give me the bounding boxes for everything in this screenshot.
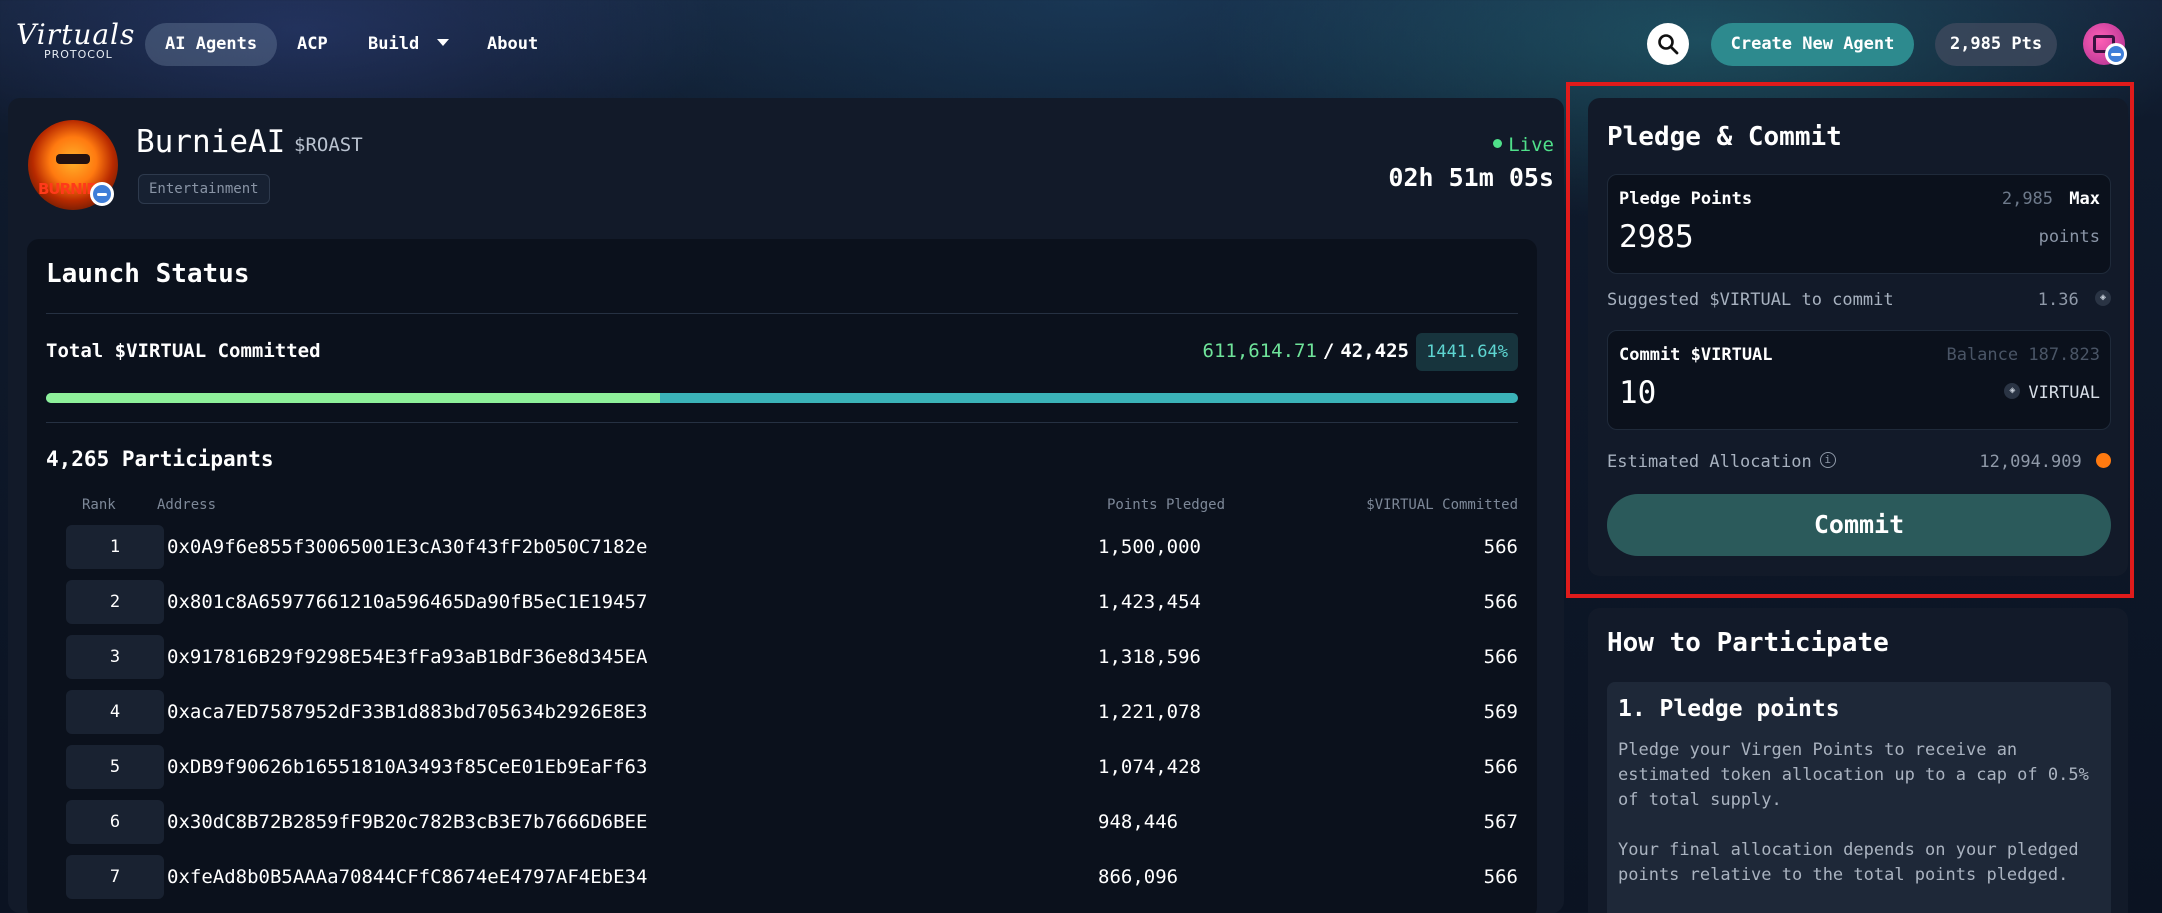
verified-badge-icon <box>2105 43 2127 65</box>
address-cell[interactable]: 0x30dC8B72B2859fF9B20c782B3cB3E7b7666D6B… <box>167 800 647 844</box>
virtual-cell: 566 <box>1483 646 1518 668</box>
step-1-text: Pledge your Virgen Points to receive an … <box>1618 740 2089 810</box>
table-row[interactable]: 1 0x0A9f6e855f30065001E3cA30f43fF2b050C7… <box>27 525 1537 573</box>
total-committed-label: Total $VIRTUAL Committed <box>46 340 321 362</box>
table-row[interactable]: 6 0x30dC8B72B2859fF9B20c782B3cB3E7b7666D… <box>27 800 1537 848</box>
virtual-cell: 569 <box>1483 701 1518 723</box>
virtual-cell: 566 <box>1483 866 1518 888</box>
points-cell: 1,318,596 <box>1098 646 1201 668</box>
rank-cell: 6 <box>66 800 164 844</box>
address-cell[interactable]: 0x917816B29f9298E54E3fFa93aB1BdF36e8d345… <box>167 635 647 679</box>
points-cell: 948,446 <box>1098 811 1179 833</box>
col-address: Address <box>157 497 217 513</box>
rank-cell: 7 <box>66 855 164 899</box>
chevron-down-icon <box>437 38 450 46</box>
separator: / <box>1322 340 1335 362</box>
agent-ticker: $ROAST <box>294 134 363 156</box>
live-label: Live <box>1508 134 1554 156</box>
nav-about[interactable]: About <box>467 23 558 66</box>
table-row[interactable]: 7 0xfeAd8b0B5AAAa70844CFfC8674eE4797AF4E… <box>27 855 1537 903</box>
launch-title: Launch Status <box>46 259 250 289</box>
agent-panel: BURNIE BurnieAI $ROAST Entertainment Liv… <box>8 98 1564 913</box>
points-cell: 1,500,000 <box>1098 536 1201 558</box>
address-cell[interactable]: 0x801c8A65977661210a596465Da90fB5eC1E194… <box>167 580 647 624</box>
committed-amount: 611,614.71 <box>1202 340 1317 362</box>
top-nav: Virtuals PROTOCOL AI Agents ACP Build Ab… <box>0 0 2162 88</box>
nav-build[interactable]: Build <box>348 23 469 66</box>
virtual-cell: 567 <box>1483 811 1518 833</box>
nav-build-label: Build <box>368 34 420 54</box>
table-row[interactable]: 4 0xaca7ED7587952dF33B1d883bd705634b2926… <box>27 690 1537 738</box>
points-cell: 1,074,428 <box>1098 756 1201 778</box>
howto-title: How to Participate <box>1607 628 1889 658</box>
divider <box>46 422 1518 423</box>
col-rank: Rank <box>82 497 116 513</box>
points-badge[interactable]: 2,985 Pts <box>1935 23 2057 66</box>
virtuals-logo[interactable]: Virtuals PROTOCOL <box>16 18 136 68</box>
search-button[interactable] <box>1647 23 1689 65</box>
user-avatar[interactable] <box>2083 23 2127 65</box>
verified-badge-icon <box>90 182 114 206</box>
progress-bar <box>46 393 1518 403</box>
nav-acp[interactable]: ACP <box>277 23 348 66</box>
logo-word: Virtuals <box>16 18 136 51</box>
how-to-participate-card: How to Participate 1. Pledge points Pled… <box>1588 608 2128 913</box>
launch-status-card: Launch Status Total $VIRTUAL Committed 6… <box>27 239 1537 913</box>
table-row[interactable]: 3 0x917816B29f9298E54E3fFa93aB1BdF36e8d3… <box>27 635 1537 683</box>
points-cell: 1,221,078 <box>1098 701 1201 723</box>
address-cell[interactable]: 0xDB9f90626b16551810A3493f85CeE01Eb9EaFf… <box>167 745 647 789</box>
agent-name: BurnieAI <box>136 124 286 160</box>
nav-ai-agents[interactable]: AI Agents <box>145 23 278 66</box>
step-1-text-2: Your final allocation depends on your pl… <box>1618 840 2079 885</box>
rank-cell: 2 <box>66 580 164 624</box>
category-tag[interactable]: Entertainment <box>138 174 270 204</box>
avatar-word: BURNIE <box>38 180 97 198</box>
total-committed-values: 611,614.71/42,425 <box>1203 340 1409 362</box>
address-cell[interactable]: 0xaca7ED7587952dF33B1d883bd705634b2926E8… <box>167 690 647 734</box>
countdown-timer: 02h 51m 05s <box>1388 163 1554 192</box>
live-dot-icon <box>1493 139 1503 148</box>
percent-badge: 1441.64% <box>1416 333 1518 371</box>
virtual-cell: 566 <box>1483 591 1518 613</box>
participants-count: 4,265 Participants <box>46 447 274 471</box>
virtual-cell: 566 <box>1483 756 1518 778</box>
live-status: Live <box>1493 134 1554 156</box>
col-points: Points Pledged <box>1107 497 1226 513</box>
highlight-box <box>1566 82 2134 598</box>
address-cell[interactable]: 0x0A9f6e855f30065001E3cA30f43fF2b050C718… <box>167 525 647 569</box>
rank-cell: 5 <box>66 745 164 789</box>
points-cell: 1,423,454 <box>1098 591 1201 613</box>
divider <box>46 313 1518 314</box>
col-virtual: $VIRTUAL Committed <box>1366 497 1518 513</box>
rank-cell: 1 <box>66 525 164 569</box>
rank-cell: 4 <box>66 690 164 734</box>
points-cell: 866,096 <box>1098 866 1179 888</box>
create-agent-button[interactable]: Create New Agent <box>1711 23 1914 66</box>
rank-cell: 3 <box>66 635 164 679</box>
table-row[interactable]: 5 0xDB9f90626b16551810A3493f85CeE01Eb9Ea… <box>27 745 1537 793</box>
step-1-title: 1. Pledge points <box>1618 696 1840 722</box>
address-cell[interactable]: 0xfeAd8b0B5AAAa70844CFfC8674eE4797AF4EbE… <box>167 855 647 899</box>
target-amount: 42,425 <box>1340 340 1409 362</box>
step-1: 1. Pledge points Pledge your Virgen Poin… <box>1607 682 2111 913</box>
avatar-face <box>56 154 90 164</box>
progress-fill <box>46 393 660 403</box>
virtual-cell: 566 <box>1483 536 1518 558</box>
table-row[interactable]: 2 0x801c8A65977661210a596465Da90fB5eC1E1… <box>27 580 1537 628</box>
search-icon <box>1658 34 1679 55</box>
